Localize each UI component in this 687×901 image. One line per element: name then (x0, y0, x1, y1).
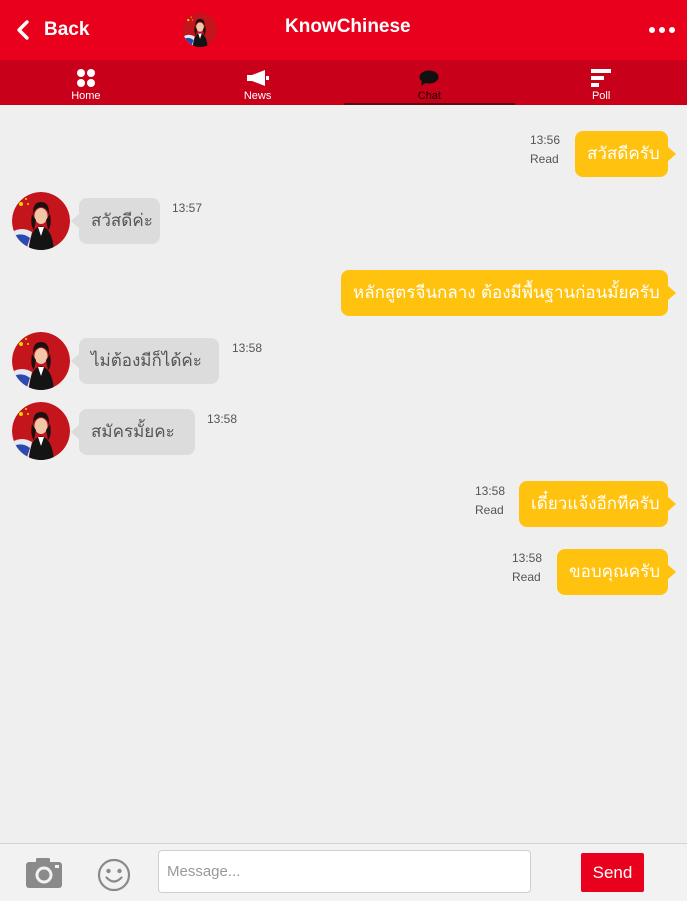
message-time: 13:58 (512, 551, 543, 565)
tab-home[interactable]: Home (0, 60, 172, 105)
chat-thread[interactable]: 13:56 Read สวัสดีครับ สวัสดีค่ะ 13:57 หล… (0, 105, 687, 843)
outgoing-message[interactable]: ขอบคุณครับ (557, 549, 676, 595)
message-meta: 13:58 Read (512, 549, 542, 587)
incoming-message[interactable]: สมัครมั้ยคะ (71, 409, 195, 455)
outgoing-message[interactable]: หลักสูตรจีนกลาง ต้องมีพื้นฐานก่อนมั้ยครั… (341, 270, 676, 316)
message-time: 13:58 (475, 484, 506, 498)
contact-avatar[interactable] (12, 402, 70, 460)
more-options-icon[interactable] (649, 19, 675, 41)
incoming-message[interactable]: สวัสดีค่ะ (71, 198, 160, 244)
outgoing-message[interactable]: เดี๋ยวแจ้งอีกทีครับ (519, 481, 676, 527)
read-status: Read (475, 503, 504, 517)
outgoing-message[interactable]: สวัสดีครับ (575, 131, 676, 177)
send-button[interactable]: Send (581, 853, 644, 892)
incoming-message[interactable]: ไม่ต้องมีก็ได้ค่ะ (71, 338, 219, 384)
chevron-left-icon (17, 20, 29, 40)
read-status: Read (530, 152, 559, 166)
message-time: 13:57 (172, 201, 203, 215)
message-time: 13:58 (232, 341, 263, 355)
poll-icon (590, 68, 612, 88)
chat-bubble-icon (418, 68, 440, 88)
emoji-icon[interactable] (97, 858, 131, 892)
message-time: 13:56 (530, 133, 561, 147)
tab-poll[interactable]: Poll (515, 60, 687, 105)
read-status: Read (512, 570, 541, 584)
megaphone-icon (246, 68, 269, 88)
tab-label: Chat (417, 90, 441, 102)
contact-avatar[interactable] (12, 332, 70, 390)
grid-icon (75, 68, 97, 88)
contact-avatar[interactable] (12, 192, 70, 250)
message-meta: 13:56 Read (530, 131, 560, 169)
tab-label: Poll (591, 90, 611, 102)
message-meta: 13:58 Read (475, 482, 505, 520)
tab-news[interactable]: News (172, 60, 344, 105)
message-input[interactable] (158, 850, 531, 893)
tab-label: Home (71, 90, 101, 102)
tab-chat[interactable]: Chat (343, 60, 516, 105)
camera-icon[interactable] (25, 857, 63, 889)
back-label: Back (44, 19, 90, 40)
tab-label: News (243, 90, 272, 102)
back-button[interactable]: Back (14, 15, 89, 45)
composer-bar: Send (0, 843, 687, 901)
tab-bar: Home News Chat Poll (0, 60, 687, 105)
message-time: 13:58 (207, 412, 238, 426)
page-title: KnowChinese (285, 16, 411, 37)
contact-avatar[interactable] (183, 13, 217, 47)
app-header: Back KnowChinese (0, 0, 687, 60)
